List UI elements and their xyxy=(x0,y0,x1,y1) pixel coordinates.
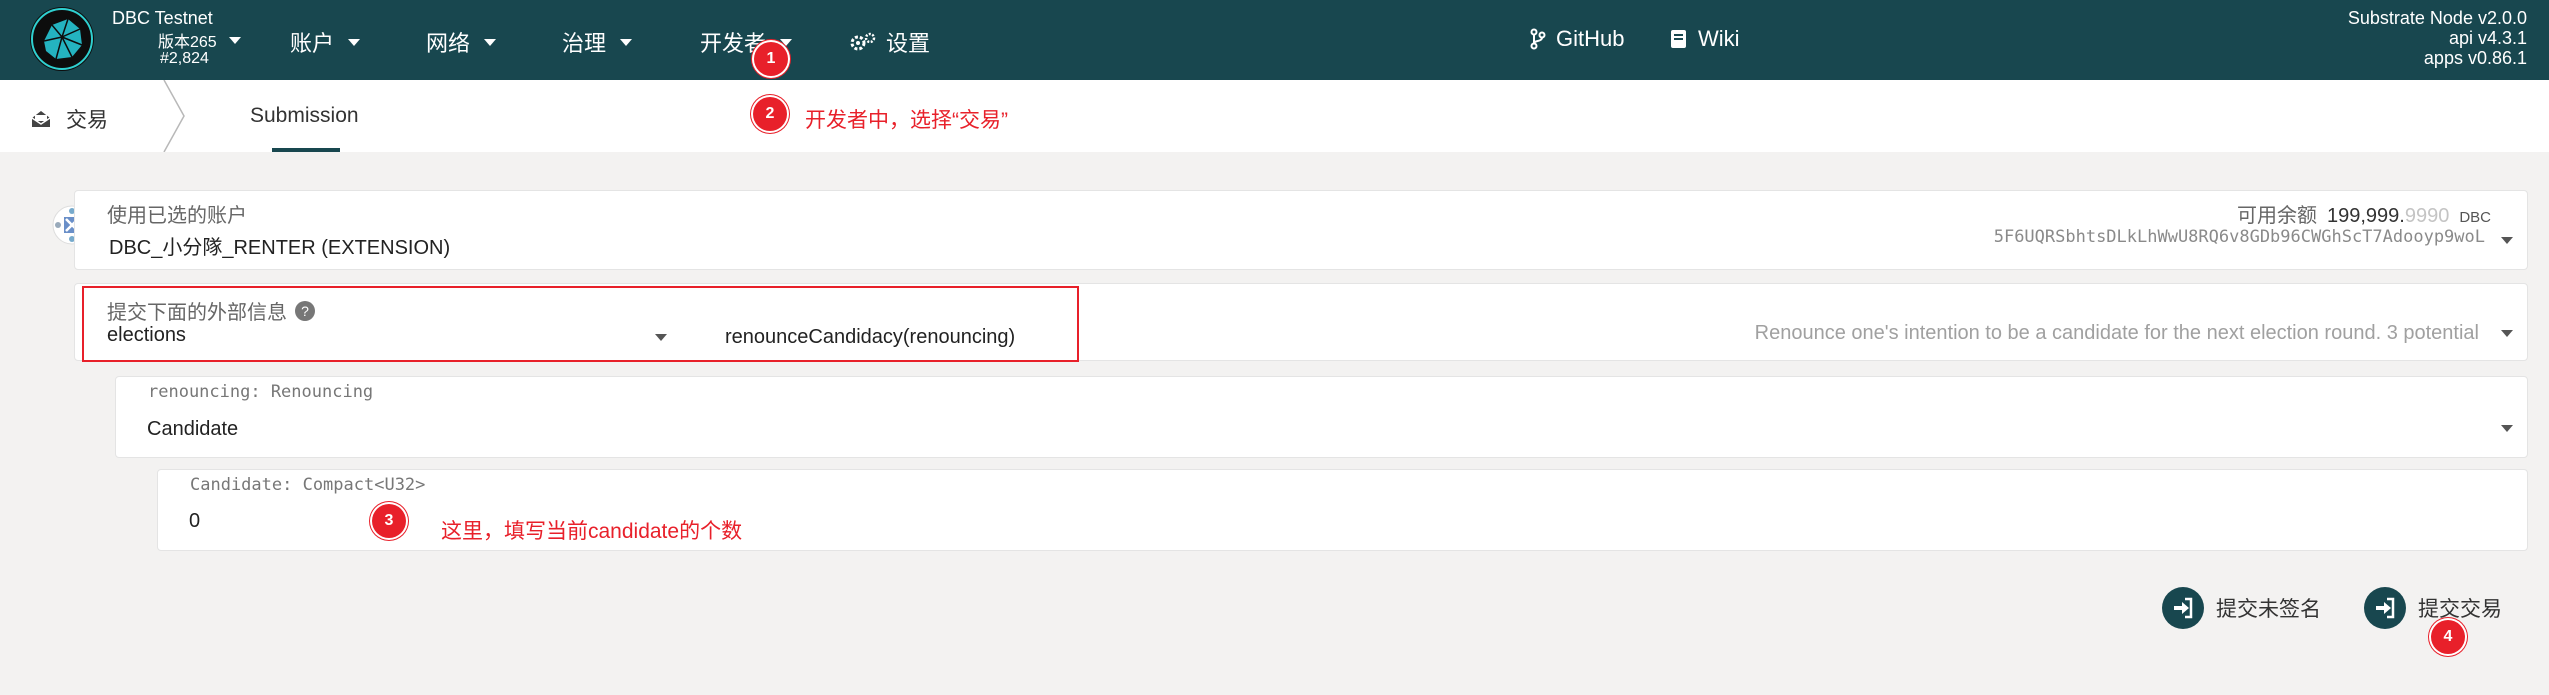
apps-version: apps v0.86.1 xyxy=(2423,48,2527,68)
balance-decimals: 9990 xyxy=(2404,205,2450,227)
tab-bar: 交易 Submission xyxy=(0,80,2549,152)
chain-logo-icon[interactable] xyxy=(30,7,94,71)
account-address: 5F6UQRSbhtsDLkLhWwU8RQ6v8GDb96CWGhScT7Ad… xyxy=(1993,227,2485,247)
submit-transaction-button[interactable]: 提交交易 xyxy=(2364,587,2502,629)
nav-governance-label: 治理 xyxy=(562,31,607,56)
chevron-down-icon xyxy=(780,38,793,46)
annotation-note-2: 开发者中，选择“交易” xyxy=(805,109,1008,132)
chevron-down-icon xyxy=(2501,425,2513,432)
submit-unsigned-button[interactable]: 提交未签名 xyxy=(2162,587,2321,629)
available-balance: 可用余额 199,999.9990 DBC xyxy=(2237,199,2491,228)
git-branch-icon xyxy=(1530,28,1546,50)
block-number: #2,824 xyxy=(160,50,209,67)
method-description: Renounce one's intention to be a candida… xyxy=(1754,322,2479,344)
annotation-note-3: 这里，填写当前candidate的个数 xyxy=(441,520,743,543)
balance-value: 199,999. xyxy=(2326,205,2405,227)
renouncing-label: renouncing: Renouncing xyxy=(148,382,374,402)
annotation-badge-4: 4 xyxy=(2431,620,2465,654)
balance-unit: DBC xyxy=(2459,209,2491,226)
tab-separator xyxy=(163,80,185,152)
annotation-badge-1: 1 xyxy=(754,42,788,76)
account-label: 使用已选的账户 xyxy=(107,205,247,227)
account-name: DBC_小分隊_RENTER (EXTENSION) xyxy=(109,237,451,259)
node-info: Substrate Node v2.0.0 api v4.3.1 apps v0… xyxy=(2348,8,2527,68)
nav-settings-label: 设置 xyxy=(886,31,931,56)
envelope-open-icon xyxy=(31,111,51,127)
chevron-down-icon xyxy=(620,38,633,46)
nav-settings[interactable]: 设置 xyxy=(850,26,930,58)
section-extrinsics[interactable]: 交易 xyxy=(30,104,108,134)
active-tab-indicator xyxy=(272,148,340,152)
nav-network-label: 网络 xyxy=(426,31,471,56)
nav-network[interactable]: 网络 xyxy=(426,26,497,58)
book-icon xyxy=(1671,30,1686,48)
gears-icon xyxy=(850,32,876,51)
api-version: api v4.3.1 xyxy=(2448,28,2527,48)
annotation-badge-3: 3 xyxy=(372,504,406,538)
tab-submission[interactable]: Submission xyxy=(250,104,359,128)
annotation-highlight-box xyxy=(82,286,1079,362)
link-github-label: GitHub xyxy=(1556,26,1625,51)
chain-version: 版本265 xyxy=(158,34,217,51)
balance-label: 可用余额 xyxy=(2236,205,2317,227)
chevron-down-icon xyxy=(2501,237,2513,244)
node-version: Substrate Node v2.0.0 xyxy=(2347,8,2527,28)
annotation-badge-2: 2 xyxy=(753,97,787,131)
section-label: 交易 xyxy=(66,109,108,132)
link-github[interactable]: GitHub xyxy=(1530,26,1624,52)
renouncing-value: Candidate xyxy=(147,418,239,440)
link-wiki[interactable]: Wiki xyxy=(1670,26,1740,52)
renouncing-param[interactable]: renouncing: Renouncing Candidate xyxy=(115,376,2528,458)
chevron-down-icon xyxy=(484,38,497,46)
nav-accounts[interactable]: 账户 xyxy=(290,26,361,58)
candidate-label: Candidate: Compact<U32> xyxy=(190,475,426,495)
chain-version-selector[interactable]: 版本265 xyxy=(158,28,241,52)
submit-unsigned-label: 提交未签名 xyxy=(2216,598,2321,621)
nav-accounts-label: 账户 xyxy=(290,31,335,56)
submit-transaction-label: 提交交易 xyxy=(2418,598,2502,621)
chevron-down-icon xyxy=(2501,330,2513,337)
link-wiki-label: Wiki xyxy=(1698,26,1740,51)
chain-name: DBC Testnet xyxy=(112,8,213,28)
account-selector[interactable]: 使用已选的账户 DBC_小分隊_RENTER (EXTENSION) 可用余额 … xyxy=(74,190,2528,270)
chevron-down-icon xyxy=(348,38,361,46)
nav-governance[interactable]: 治理 xyxy=(562,26,633,58)
top-navbar: DBC Testnet 版本265 #2,824 账户 网络 治理 开发者 设置… xyxy=(0,0,2549,80)
sign-in-icon xyxy=(2364,587,2406,629)
sign-in-icon xyxy=(2162,587,2204,629)
chevron-down-icon xyxy=(228,36,241,44)
